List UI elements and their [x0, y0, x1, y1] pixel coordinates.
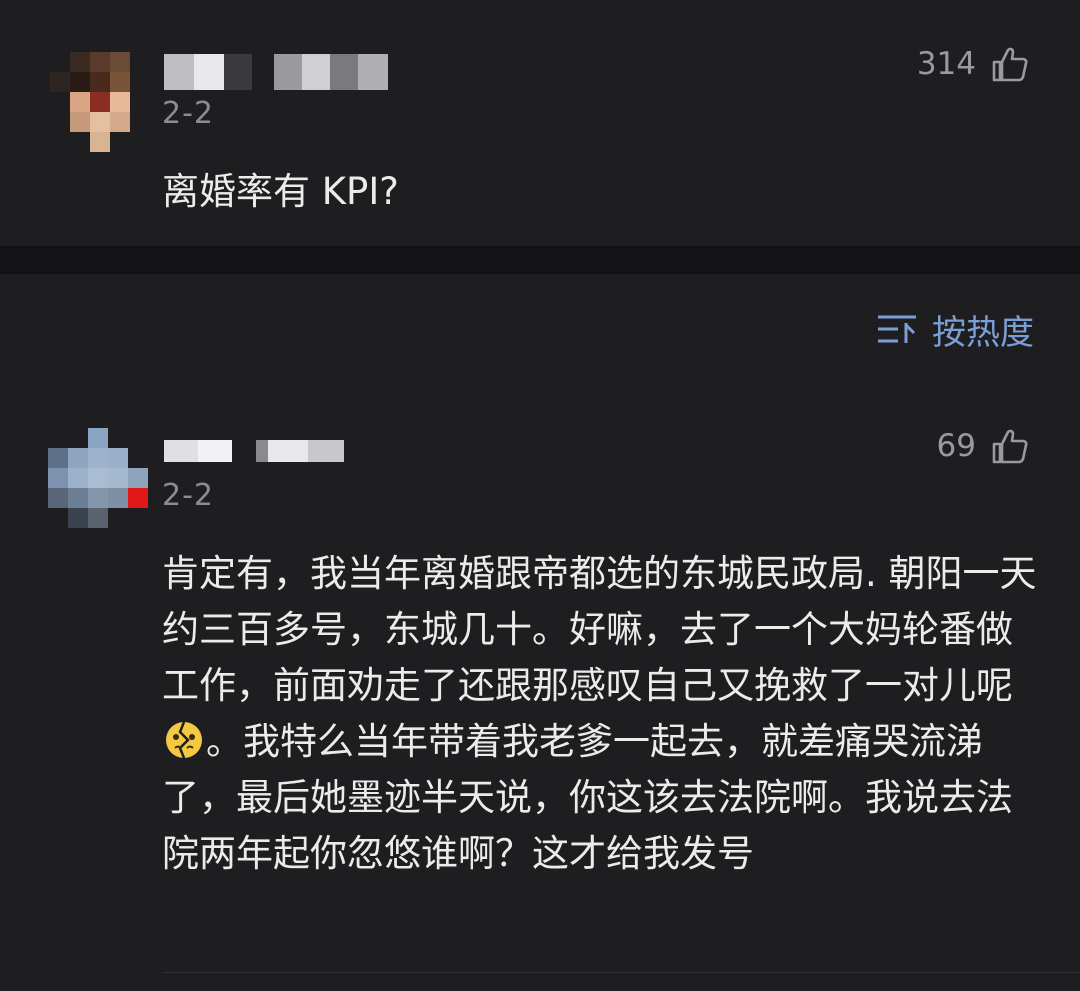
avatar[interactable]: [48, 428, 148, 528]
like-count: 69: [936, 428, 976, 464]
comment-text: 肯定有，我当年离婚跟帝都选的东城民政局. 朝阳一天约三百多号，东城几十。好嘛，去…: [162, 546, 1042, 882]
thumbs-up-icon[interactable]: [990, 45, 1030, 85]
username-mosaic[interactable]: [164, 440, 344, 462]
comment-text-part: 。我特么当年带着我老爹一起去，就差痛哭流涕了，最后她墨迹半天说，你这该去法院啊。…: [162, 720, 1013, 875]
sort-by-popularity-button[interactable]: 按热度: [876, 306, 1034, 353]
comment-date: 2-2: [162, 478, 214, 513]
sort-icon: [878, 315, 916, 343]
bottom-divider: [162, 972, 1080, 973]
username-mosaic[interactable]: [164, 54, 388, 90]
sort-label: 按热度: [932, 312, 1034, 353]
section-divider: [0, 246, 1080, 274]
comment-text-part: 肯定有，我当年离婚跟帝都选的东城民政局. 朝阳一天约三百多号，东城几十。好嘛，去…: [162, 552, 1037, 707]
broken-face-emoji: [166, 721, 202, 759]
comment-text: 离婚率有 KPI?: [162, 170, 399, 213]
thumbs-up-icon[interactable]: [990, 427, 1030, 467]
avatar[interactable]: [50, 52, 150, 152]
like-count: 314: [916, 46, 976, 82]
comment-date: 2-2: [162, 96, 214, 131]
